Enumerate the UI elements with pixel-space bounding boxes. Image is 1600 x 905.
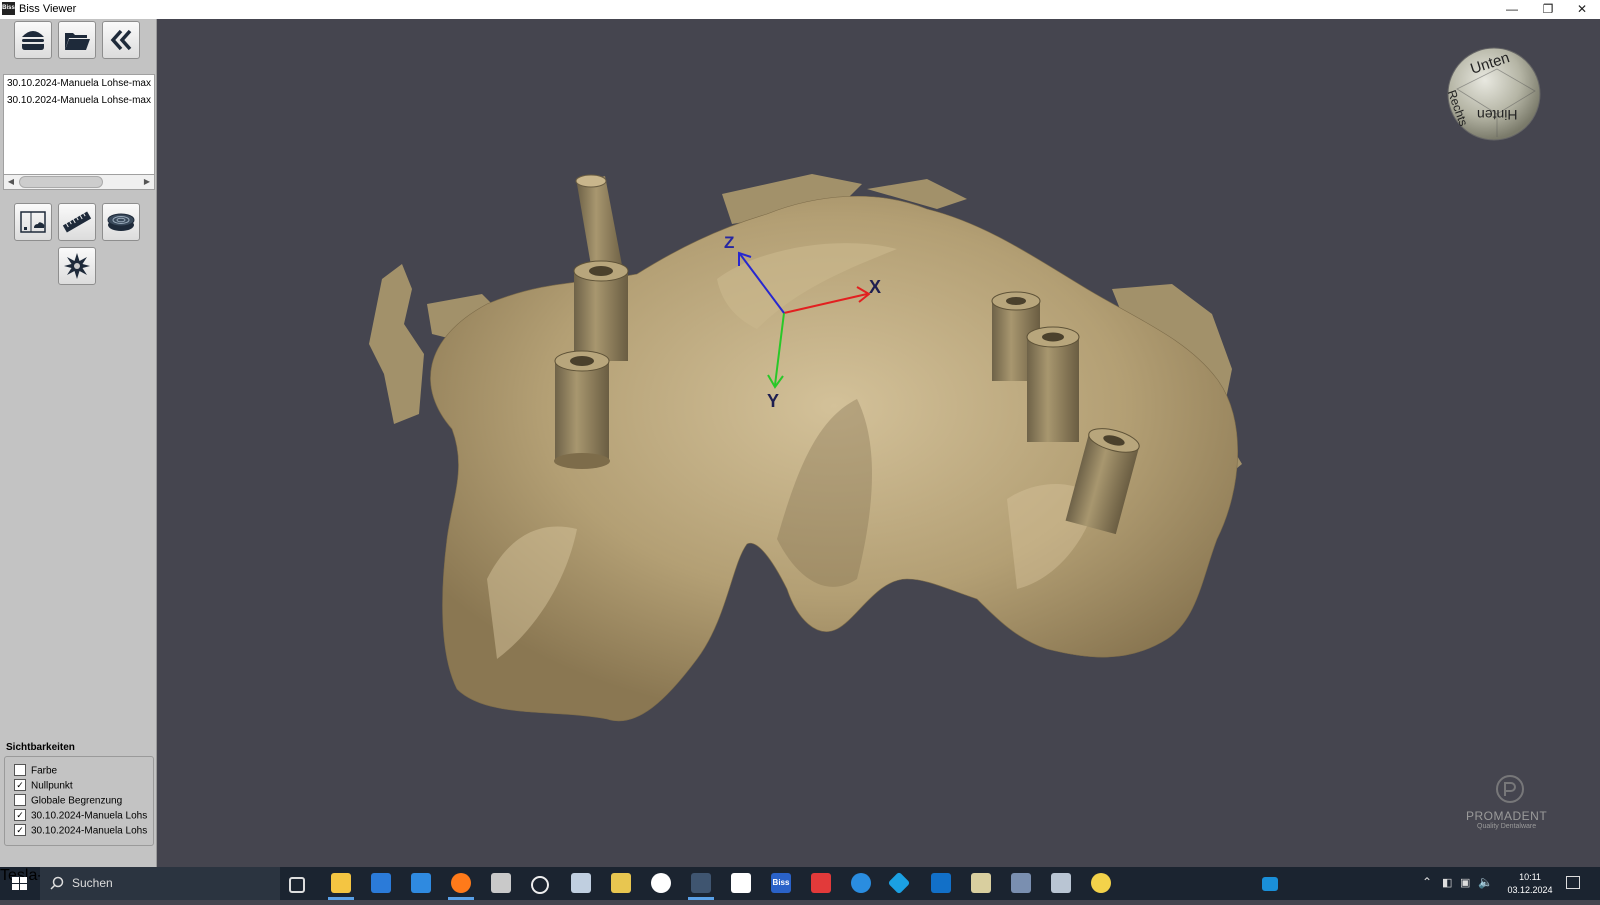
minimize-icon[interactable]: — — [1494, 0, 1530, 19]
visibility-item-model-1[interactable]: ✓ 30.10.2024-Manuela Lohs — [14, 809, 147, 824]
menu-button[interactable] — [14, 21, 52, 59]
app-icon: Biss — [2, 2, 15, 15]
x-axis-label: X — [869, 277, 882, 297]
visibility-item-nullpunkt[interactable]: ✓ Nullpunkt — [14, 779, 73, 794]
checkbox[interactable]: ✓ — [14, 809, 26, 821]
section-disc-icon — [107, 213, 135, 231]
app-icon-generic-7[interactable] — [1011, 873, 1031, 893]
visibility-panel: Farbe ✓ Nullpunkt Globale Begrenzung ✓ 30.… — [4, 756, 154, 846]
network-icon[interactable]: ▣ — [1460, 876, 1470, 889]
file-explorer-icon[interactable] — [331, 873, 351, 893]
star-burst-icon — [64, 253, 90, 279]
notifications-icon[interactable] — [1566, 876, 1580, 889]
burger-icon — [22, 31, 44, 50]
chevron-up-icon[interactable]: ⌃ — [1422, 875, 1432, 889]
visibility-title: Sichtbarkeiten — [6, 742, 75, 753]
clock-date: 03.12.2024 — [1507, 885, 1553, 895]
collapse-panel-button[interactable] — [102, 21, 140, 59]
search-icon — [50, 876, 64, 890]
cortana-icon[interactable] — [531, 876, 549, 894]
mail-icon[interactable] — [411, 873, 431, 893]
biss-icon[interactable]: Biss — [771, 873, 791, 893]
image-export-button[interactable] — [14, 203, 52, 241]
outlook-icon[interactable] — [931, 873, 951, 893]
taskbar: Suchen Biss Tesla-Chef Elon Musk... ⌃ ◧ … — [0, 867, 1600, 900]
anydesk-icon[interactable] — [811, 873, 831, 893]
tray-device-icon[interactable]: ◧ — [1442, 876, 1452, 889]
search-input[interactable]: Suchen — [72, 876, 113, 890]
firefox-icon[interactable] — [451, 873, 471, 893]
app-icon-generic-2[interactable] — [571, 873, 591, 893]
checkbox[interactable]: ✓ — [14, 824, 26, 836]
restore-icon[interactable]: ❐ — [1530, 0, 1566, 19]
image-export-icon — [20, 211, 46, 233]
volume-icon[interactable]: 🔈 — [1478, 875, 1493, 889]
effects-button[interactable] — [58, 247, 96, 285]
3d-viewport[interactable]: X Y Z Unten Hinten Rechts PROMADENT Qual… — [157, 19, 1600, 867]
folder-open-icon — [65, 33, 90, 50]
app-icon-generic-4[interactable] — [851, 873, 871, 893]
section-button[interactable] — [102, 203, 140, 241]
scroll-left-icon[interactable]: ◀ — [5, 176, 17, 188]
checkbox[interactable] — [14, 794, 26, 806]
promadent-logo — [1496, 775, 1524, 803]
open-folder-button[interactable] — [58, 21, 96, 59]
double-chevron-left-icon — [110, 29, 132, 51]
list-item[interactable]: 30.10.2024-Manuela Lohse-max — [4, 75, 154, 92]
window-title: Biss Viewer — [19, 3, 77, 15]
sidebar: 30.10.2024-Manuela Lohse-max 30.10.2024-… — [0, 19, 157, 867]
visibility-item-model-2[interactable]: ✓ 30.10.2024-Manuela Lohs — [14, 824, 147, 839]
scroll-right-icon[interactable]: ▶ — [141, 176, 153, 188]
visibility-item-farbe[interactable]: Farbe — [14, 764, 57, 779]
close-icon[interactable]: ✕ — [1564, 0, 1600, 19]
list-item[interactable]: 30.10.2024-Manuela Lohse-max — [4, 92, 154, 109]
start-button[interactable] — [0, 867, 40, 900]
title-bar: Biss Biss Viewer — ❐ ✕ — [0, 0, 1600, 20]
file-list: 30.10.2024-Manuela Lohse-max 30.10.2024-… — [3, 74, 155, 175]
news-widget-icon[interactable] — [1262, 877, 1278, 891]
calculator-icon[interactable] — [1051, 873, 1071, 893]
app-icon-generic-1[interactable] — [491, 873, 511, 893]
taskbar-search[interactable]: Suchen — [40, 867, 280, 900]
checkbox[interactable] — [14, 764, 26, 776]
scroll-thumb[interactable] — [19, 176, 103, 188]
watermark-brand: PROMADENT — [1466, 809, 1548, 823]
biss-viewer-active-icon[interactable] — [691, 873, 711, 893]
teamviewer-icon[interactable] — [651, 873, 671, 893]
app-icon-generic-6[interactable] — [971, 873, 991, 893]
measure-button[interactable] — [58, 203, 96, 241]
dental-model-scene[interactable] — [157, 19, 1600, 867]
clock-time: 10:11 — [1519, 872, 1541, 882]
task-view-icon[interactable] — [289, 877, 305, 893]
horizontal-scrollbar[interactable]: ◀ ▶ — [3, 174, 155, 190]
z-axis-label: Z — [724, 233, 735, 252]
implant-post-2 — [573, 260, 629, 361]
implant-post-5 — [1026, 326, 1080, 442]
app-icon-generic-3[interactable] — [611, 873, 631, 893]
chrome-icon[interactable] — [1091, 873, 1111, 893]
windows-icon — [12, 877, 27, 890]
ruler-icon — [62, 211, 92, 233]
visibility-item-globale-begrenzung[interactable]: Globale Begrenzung — [14, 794, 122, 809]
watermark-tagline: Quality Dentalware — [1477, 823, 1537, 830]
store-icon[interactable] — [371, 873, 391, 893]
implant-post-3 — [554, 350, 610, 469]
view-cube-side-label[interactable]: Hinten — [1477, 107, 1517, 123]
pdf-icon[interactable] — [731, 873, 751, 893]
y-axis-label: Y — [767, 391, 780, 411]
clock[interactable]: 10:11 03.12.2024 — [1504, 871, 1556, 897]
checkbox[interactable]: ✓ — [14, 779, 26, 791]
